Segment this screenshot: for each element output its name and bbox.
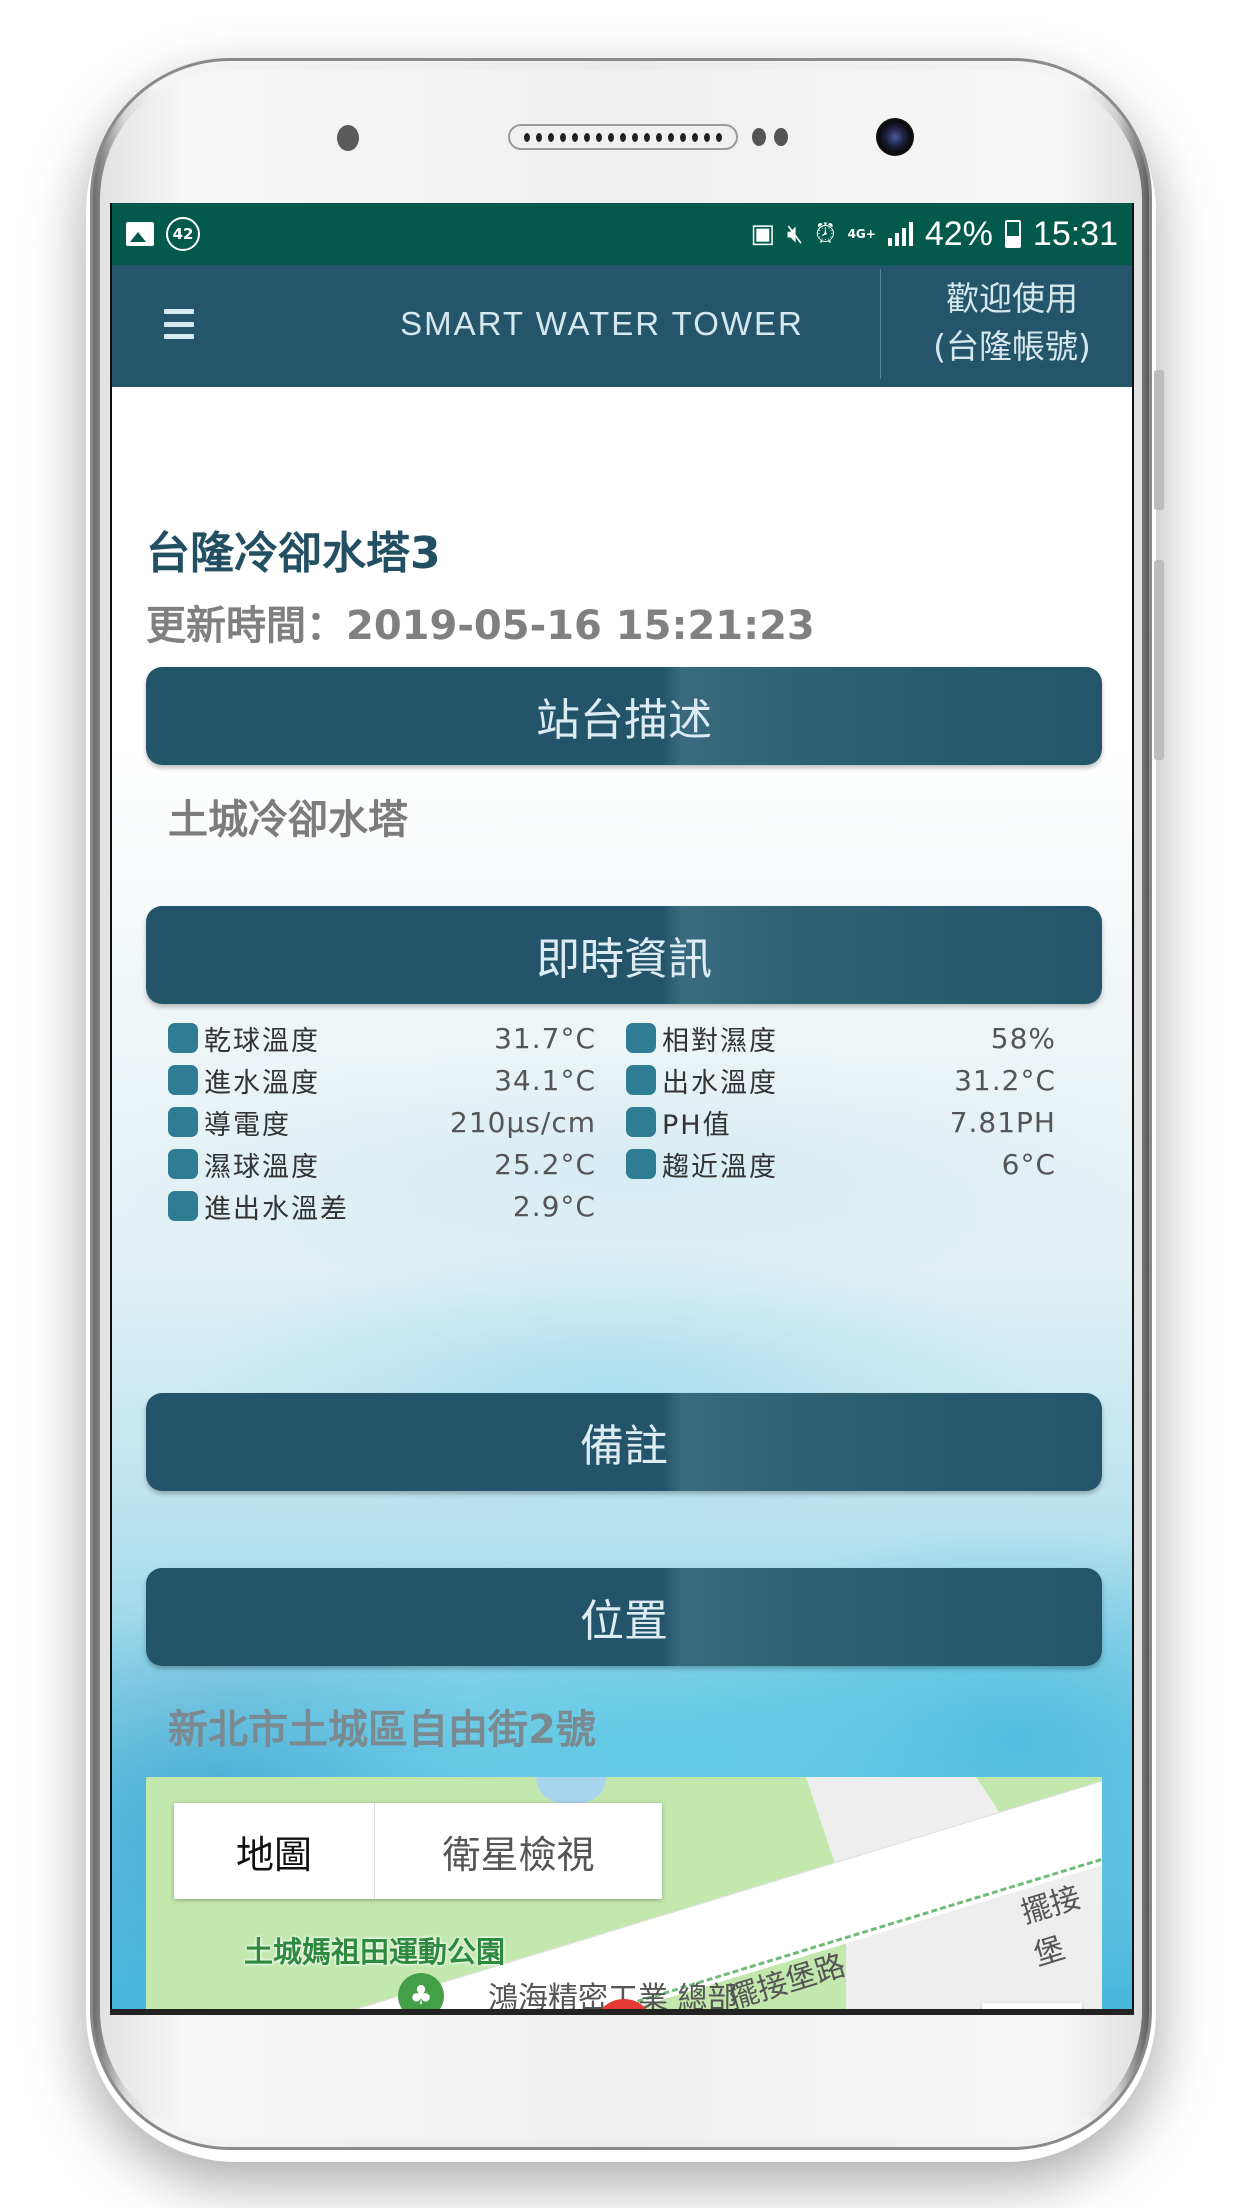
metric-item: 進出水溫差 2.9°C (168, 1185, 596, 1227)
account-name: (台隆帳號) (933, 327, 1091, 366)
metric-value: 31.7°C (494, 1021, 596, 1055)
welcome-account[interactable]: 歡迎使用 (台隆帳號) (902, 275, 1122, 371)
metric-indicator-icon (626, 1149, 656, 1179)
metric-label: 進水溫度 (204, 1067, 320, 1099)
metric-indicator-icon (626, 1023, 656, 1053)
metric-item: 出水溫度 31.2°C (626, 1059, 1056, 1101)
update-time: 更新時間：2019-05-16 15:21:23 (146, 603, 815, 649)
volume-button (1154, 370, 1164, 510)
map-view-button[interactable]: 地圖 (174, 1803, 375, 1899)
metric-item: PH值 7.81PH (626, 1101, 1056, 1143)
app-title: SMART WATER TOWER (400, 305, 804, 342)
phone-screen: 42 ▣ 🔇︎ ⏰︎ 4G+ 42% 15:31 SMART WATER TOW… (110, 203, 1134, 2015)
metric-label: 趨近溫度 (662, 1151, 778, 1183)
metric-label: 乾球溫度 (204, 1025, 320, 1057)
metric-indicator-icon (626, 1065, 656, 1095)
image-notification-icon (126, 222, 154, 246)
metric-value: 2.9°C (512, 1189, 596, 1223)
signal-icon (887, 222, 913, 246)
metric-value: 210μs/cm (450, 1105, 596, 1139)
section-header-realtime[interactable]: 即時資訊 (146, 906, 1102, 1004)
metric-value: 6°C (1001, 1147, 1056, 1181)
hamburger-menu-icon[interactable] (164, 309, 194, 339)
station-detail-content: 台隆冷卻水塔3 更新時間：2019-05-16 15:21:23 站台描述 土城… (112, 387, 1132, 2015)
metric-item: 乾球溫度 31.7°C (168, 1017, 596, 1059)
metric-indicator-icon (168, 1065, 198, 1095)
proximity-sensor (337, 125, 359, 151)
metric-indicator-icon (168, 1149, 198, 1179)
metric-label: 出水溫度 (662, 1067, 778, 1099)
welcome-text: 歡迎使用 (946, 279, 1078, 318)
battery-icon (1004, 220, 1021, 248)
location-map[interactable]: 地圖 衛星檢視 土城媽祖田運動公園 ♣ 擺接堡路 擺接堡 鴻海精密工業 總部 (146, 1777, 1102, 2015)
metric-label: 濕球溫度 (204, 1151, 320, 1183)
sensor-dot (774, 128, 788, 146)
metric-label: 導電度 (204, 1109, 291, 1141)
metric-value: 7.81PH (949, 1105, 1056, 1139)
metric-item: 進水溫度 34.1°C (168, 1059, 596, 1101)
battery-saver-icon: ▣ (750, 219, 775, 249)
section-header-description[interactable]: 站台描述 (146, 667, 1102, 765)
map-type-toggle: 地圖 衛星檢視 (174, 1803, 662, 1899)
metric-indicator-icon (626, 1107, 656, 1137)
earpiece-speaker (508, 124, 738, 150)
clock: 15:31 (1032, 214, 1118, 253)
status-bar: 42 ▣ 🔇︎ ⏰︎ 4G+ 42% 15:31 (112, 203, 1132, 265)
metric-item: 趨近溫度 6°C (626, 1143, 1056, 1185)
section-header-location[interactable]: 位置 (146, 1568, 1102, 1666)
battery-percent: 42% (924, 214, 993, 253)
alarm-icon: ⏰︎ (815, 218, 836, 249)
metric-label: 進出水溫差 (204, 1193, 349, 1225)
app-bar: SMART WATER TOWER 歡迎使用 (台隆帳號) (112, 265, 1132, 387)
metric-indicator-icon (168, 1107, 198, 1137)
metric-item: 濕球溫度 25.2°C (168, 1143, 596, 1185)
station-address: 新北市土城區自由街2號 (168, 1707, 596, 1753)
screen-edge (110, 2009, 1134, 2015)
metric-value: 58% (990, 1021, 1056, 1055)
section-header-notes[interactable]: 備註 (146, 1393, 1102, 1491)
metric-label: PH值 (662, 1109, 732, 1141)
metric-value: 25.2°C (494, 1147, 596, 1181)
station-description: 土城冷卻水塔 (168, 797, 408, 843)
front-camera (876, 118, 914, 156)
metric-item: 相對濕度 58% (626, 1017, 1056, 1059)
network-type-icon: 4G+ (847, 227, 876, 241)
satellite-view-button[interactable]: 衛星檢視 (375, 1803, 662, 1899)
metric-value: 34.1°C (494, 1063, 596, 1097)
sensor-dot (752, 128, 766, 146)
app-bar-divider (880, 269, 881, 379)
metric-indicator-icon (168, 1023, 198, 1053)
park-label: 土城媽祖田運動公園 (244, 1935, 506, 1969)
notification-count-badge: 42 (166, 217, 200, 251)
metric-value: 31.2°C (954, 1063, 1056, 1097)
metric-item: 導電度 210μs/cm (168, 1101, 596, 1143)
metric-indicator-icon (168, 1191, 198, 1221)
power-button (1154, 560, 1164, 760)
mute-icon: 🔇︎ (786, 218, 804, 249)
metric-label: 相對濕度 (662, 1025, 778, 1057)
station-name: 台隆冷卻水塔3 (146, 528, 441, 579)
